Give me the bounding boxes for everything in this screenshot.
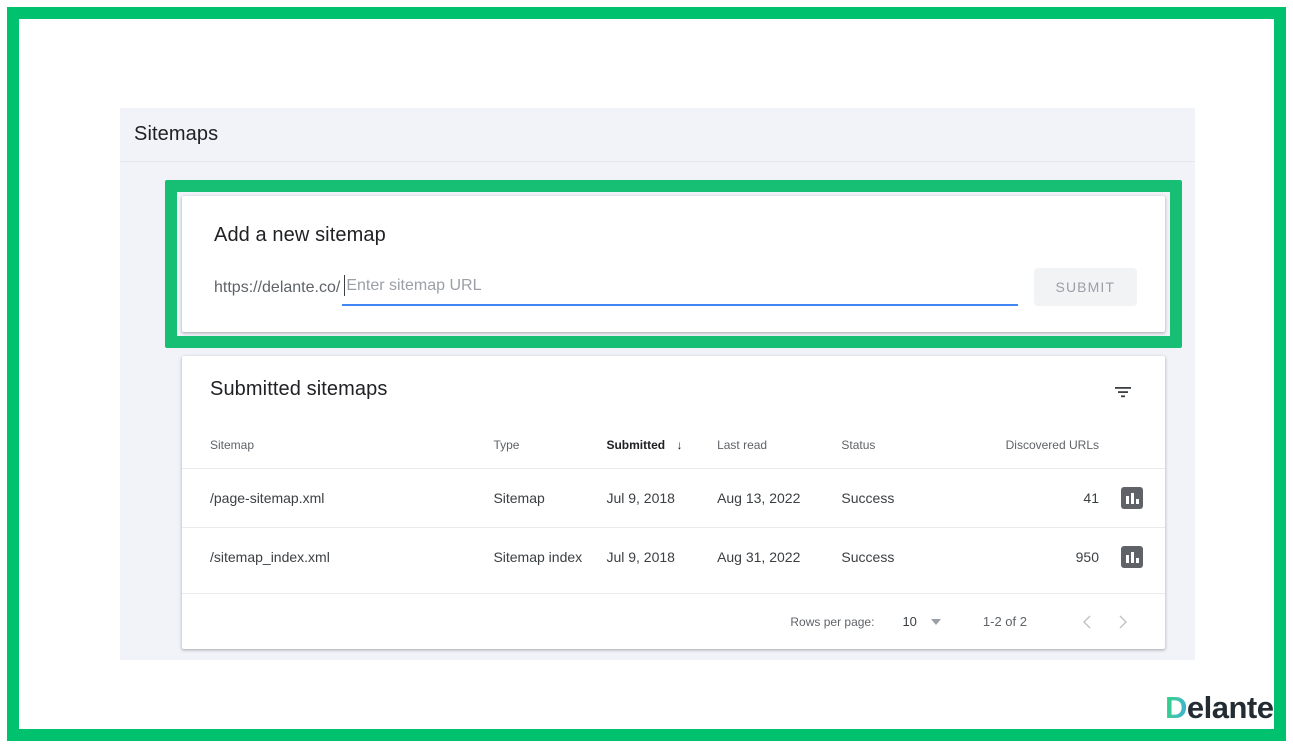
- cell-last-read: Aug 31, 2022: [717, 526, 842, 586]
- column-header-discovered-urls[interactable]: Discovered URLs: [947, 422, 1121, 468]
- text-cursor: [344, 275, 346, 296]
- previous-page-button[interactable]: [1071, 605, 1105, 639]
- next-page-button[interactable]: [1105, 605, 1139, 639]
- logo-initial: D: [1165, 690, 1187, 725]
- chart-bar-3: [1135, 557, 1139, 563]
- rows-per-page-select[interactable]: 10: [902, 614, 941, 629]
- table-row[interactable]: /sitemap_index.xml Sitemap index Jul 9, …: [182, 526, 1165, 586]
- table-row[interactable]: /page-sitemap.xml Sitemap Jul 9, 2018 Au…: [182, 467, 1165, 527]
- table-pagination: Rows per page: 10 1-2 of 2: [182, 593, 1165, 649]
- add-sitemap-title: Add a new sitemap: [214, 224, 386, 246]
- chart-bar-2: [1130, 551, 1134, 563]
- cell-status: Success: [841, 467, 948, 527]
- rows-per-page-value: 10: [902, 614, 917, 629]
- chevron-down-icon: [930, 618, 941, 625]
- column-header-type[interactable]: Type: [493, 422, 606, 468]
- logo-wordmark: elante: [1186, 690, 1274, 725]
- submitted-sitemaps-title: Submitted sitemaps: [210, 378, 388, 400]
- cell-sitemap[interactable]: /page-sitemap.xml: [182, 467, 494, 527]
- sitemaps-table: Sitemap Type Submitted ↓ Last read Statu…: [182, 422, 1165, 586]
- column-header-last-read[interactable]: Last read: [717, 422, 841, 468]
- column-header-submitted-label: Submitted: [606, 437, 666, 452]
- cell-discovered-urls: 950: [947, 526, 1121, 586]
- column-header-actions: [1121, 422, 1165, 468]
- table-header: Sitemap Type Submitted ↓ Last read Statu…: [182, 422, 1165, 468]
- filter-list-icon[interactable]: [1109, 378, 1137, 406]
- pagination-range: 1-2 of 2: [982, 614, 1027, 629]
- add-sitemap-card: Add a new sitemap https://delante.co/ SU…: [182, 196, 1165, 332]
- submit-button[interactable]: SUBMIT: [1033, 268, 1137, 306]
- sitemaps-panel: Sitemaps Add a new sitemap https://delan…: [120, 108, 1195, 660]
- cell-type: Sitemap: [493, 467, 607, 527]
- url-prefix-label: https://delante.co/: [214, 279, 341, 296]
- add-sitemap-form: https://delante.co/ SUBMIT: [214, 268, 1137, 306]
- column-header-sitemap[interactable]: Sitemap: [182, 422, 493, 468]
- table-header-row: Sitemap Type Submitted ↓ Last read Statu…: [182, 422, 1165, 468]
- submitted-sitemaps-card: Submitted sitemaps Sitemap Type Submitte…: [182, 356, 1165, 649]
- chart-bar-3: [1135, 498, 1139, 504]
- chart-bar-2: [1130, 492, 1134, 504]
- panel-header: Sitemaps: [120, 108, 1195, 162]
- cell-last-read: Aug 13, 2022: [717, 467, 842, 527]
- cell-submitted: Jul 9, 2018: [606, 467, 718, 527]
- cell-sitemap[interactable]: /sitemap_index.xml: [182, 526, 494, 586]
- rows-per-page-label: Rows per page:: [790, 614, 875, 629]
- table-body: /page-sitemap.xml Sitemap Jul 9, 2018 Au…: [182, 467, 1165, 586]
- screenshot-highlight-frame: Sitemaps Add a new sitemap https://delan…: [7, 7, 1286, 741]
- cell-actions: [1121, 526, 1165, 586]
- bar-chart-icon[interactable]: [1121, 486, 1143, 509]
- cell-discovered-urls: 41: [947, 467, 1121, 527]
- chart-bar-1: [1125, 554, 1129, 563]
- column-header-status[interactable]: Status: [841, 422, 947, 468]
- chart-bar-1: [1125, 495, 1129, 504]
- cell-type: Sitemap index: [493, 526, 607, 586]
- delante-logo: D elante: [1165, 690, 1274, 726]
- sitemap-url-field-wrap: [342, 275, 1018, 306]
- sitemap-url-input[interactable]: [342, 276, 1018, 306]
- page-title: Sitemaps: [134, 123, 219, 145]
- bar-chart-icon[interactable]: [1121, 545, 1143, 568]
- cell-actions: [1121, 467, 1165, 527]
- sort-descending-arrow-icon: ↓: [676, 437, 683, 452]
- cell-submitted: Jul 9, 2018: [606, 526, 718, 586]
- column-header-submitted[interactable]: Submitted ↓: [606, 422, 717, 468]
- cell-status: Success: [841, 526, 948, 586]
